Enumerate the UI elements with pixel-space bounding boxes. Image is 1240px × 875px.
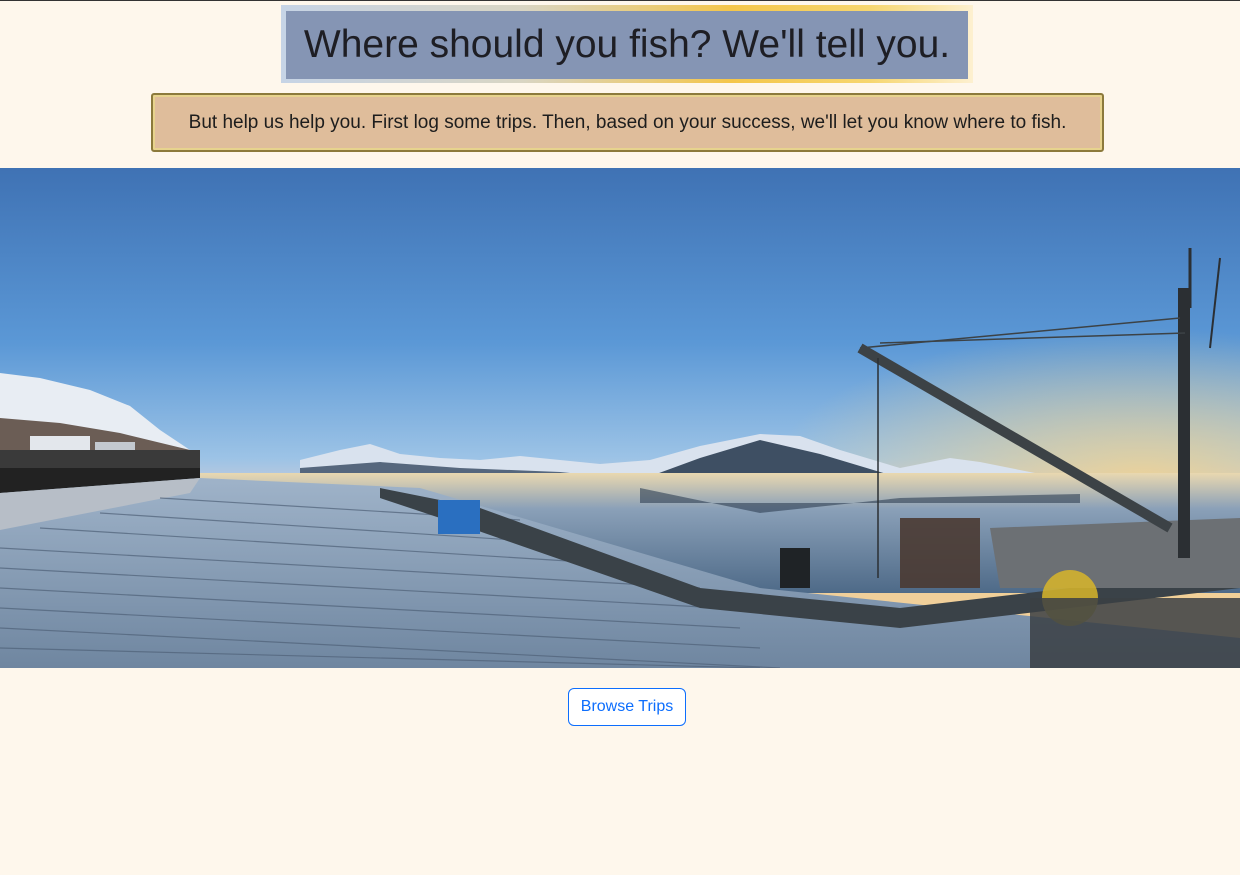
harbor-panorama-graphic	[0, 168, 1240, 668]
top-divider	[0, 0, 1240, 1]
subtitle-banner: But help us help you. First log some tri…	[151, 93, 1104, 152]
title-banner: Where should you fish? We'll tell you.	[286, 11, 968, 79]
page-subtitle: But help us help you. First log some tri…	[188, 111, 1067, 133]
page-title: Where should you fish? We'll tell you.	[303, 23, 951, 66]
browse-trips-button[interactable]: Browse Trips	[568, 688, 686, 726]
hero-image	[0, 168, 1240, 668]
title-frame: Where should you fish? We'll tell you.	[281, 5, 973, 83]
